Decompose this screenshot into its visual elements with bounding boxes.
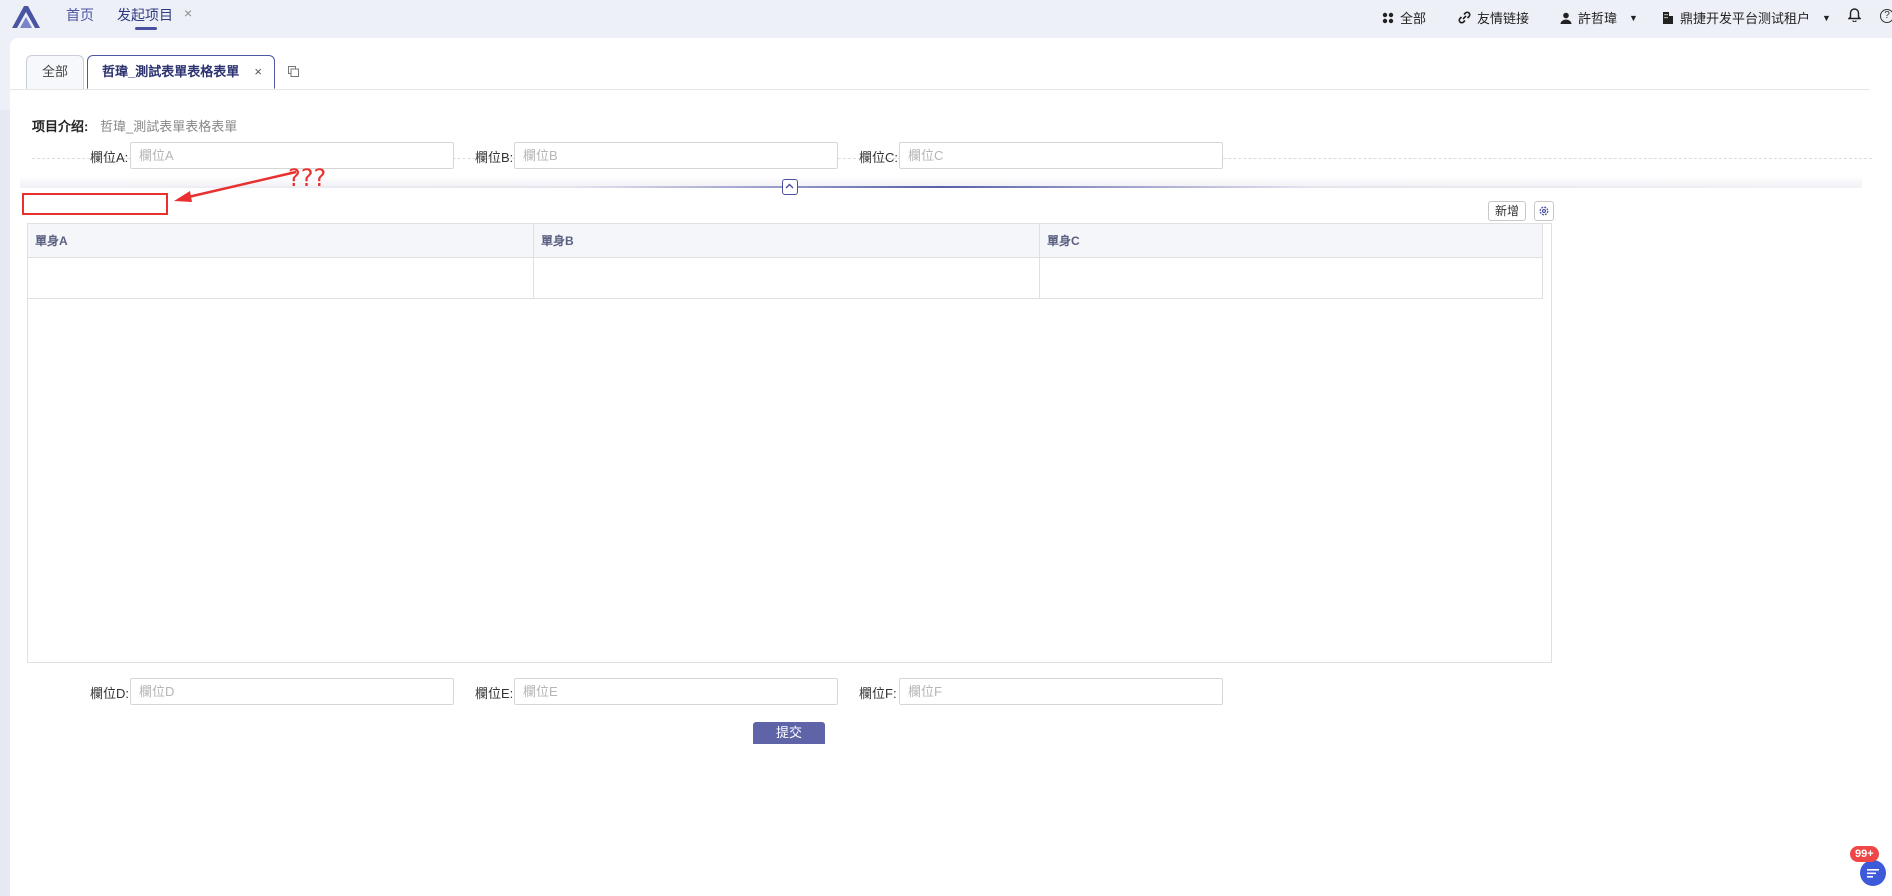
tab-all[interactable]: 全部: [26, 55, 84, 89]
copy-icon[interactable]: [288, 66, 299, 77]
tab-all-label: 全部: [41, 64, 68, 79]
nav-home[interactable]: 首页: [66, 6, 94, 24]
close-icon[interactable]: ×: [254, 56, 262, 88]
chat-icon: [1867, 869, 1879, 878]
field-e-label: 欄位E:: [475, 686, 514, 701]
annotation-highlight-box: [22, 193, 168, 215]
annotation-text: ???: [288, 164, 327, 192]
column-header-b[interactable]: 單身B: [534, 224, 1040, 258]
nav-initiate-project[interactable]: 发起项目: [117, 6, 173, 24]
project-intro-label: 项目介绍:: [32, 119, 89, 134]
tab-active-label: 哲瑋_測試表單表格表單: [102, 64, 240, 79]
project-intro-value: 哲瑋_測試表單表格表單: [99, 119, 238, 134]
tenant-name: 鼎捷开发平台测试租户: [1680, 11, 1811, 26]
top-navigation-bar: 首页 发起项目 × 全部 友情链接 許哲瑋 ▼ 鼎捷开发平台测试租户 ▼ ?: [0, 0, 1892, 38]
user-name: 許哲瑋: [1578, 11, 1618, 26]
field-c-label: 欄位C:: [859, 150, 899, 165]
column-header-a[interactable]: 單身A: [28, 224, 534, 258]
all-apps-button[interactable]: 全部: [1382, 8, 1426, 27]
table-cell-c[interactable]: [1040, 258, 1543, 298]
gear-icon: [1539, 206, 1549, 216]
link-icon: [1458, 11, 1471, 24]
field-d-input[interactable]: [130, 678, 454, 705]
project-intro: 项目介绍: 哲瑋_測試表單表格表單: [32, 116, 237, 135]
column-header-c[interactable]: 單身C: [1040, 224, 1543, 258]
caret-down-icon: ▼: [1822, 12, 1831, 23]
app-logo[interactable]: [10, 4, 42, 32]
field-e-input[interactable]: [514, 678, 838, 705]
caret-down-icon: ▼: [1629, 12, 1638, 23]
field-d-label: 欄位D:: [90, 686, 130, 701]
building-icon: [1663, 12, 1673, 24]
detail-table: 單身A 單身B 單身C: [27, 223, 1552, 663]
left-edge-strip: [0, 110, 10, 896]
friend-links-button[interactable]: 友情链接: [1458, 8, 1529, 27]
collapse-toggle-button[interactable]: [782, 179, 798, 195]
field-f-input[interactable]: [899, 678, 1223, 705]
all-apps-label: 全部: [1400, 11, 1427, 26]
tenant-menu[interactable]: 鼎捷开发平台测试租户 ▼: [1662, 8, 1831, 27]
table-header: 單身A 單身B 單身C: [28, 224, 1543, 258]
user-menu[interactable]: 許哲瑋 ▼: [1560, 8, 1638, 27]
tab-active-form[interactable]: 哲瑋_測試表單表格表單 ×: [87, 55, 275, 89]
field-c-input[interactable]: [899, 142, 1223, 169]
field-a-label: 欄位A:: [90, 150, 129, 165]
add-row-button[interactable]: 新增: [1488, 201, 1526, 221]
bell-icon: [1848, 8, 1861, 22]
table-cell-b[interactable]: [534, 258, 1040, 298]
notification-badge: 99+: [1850, 846, 1879, 862]
table-cell-a[interactable]: [28, 258, 534, 298]
field-b-label: 欄位B:: [475, 150, 514, 165]
chevron-up-icon: [785, 183, 794, 189]
chat-button[interactable]: [1860, 860, 1886, 886]
user-icon: [1560, 12, 1572, 24]
close-icon[interactable]: ×: [184, 5, 192, 21]
table-settings-button[interactable]: [1534, 201, 1554, 221]
notification-button[interactable]: [1848, 8, 1861, 22]
table-row: [28, 258, 1543, 299]
grid-icon: [1382, 12, 1394, 23]
annotation-arrow-icon: [174, 170, 297, 202]
submit-button[interactable]: 提交: [753, 722, 825, 744]
friend-links-label: 友情链接: [1477, 11, 1530, 26]
help-icon[interactable]: ?: [1880, 9, 1892, 23]
field-b-input[interactable]: [514, 142, 838, 169]
nav-active-indicator: [135, 27, 157, 30]
main-panel: 全部 哲瑋_測試表單表格表單 × 项目介绍: 哲瑋_測試表單表格表單 欄位A: …: [10, 38, 1892, 896]
field-f-label: 欄位F:: [859, 686, 897, 701]
